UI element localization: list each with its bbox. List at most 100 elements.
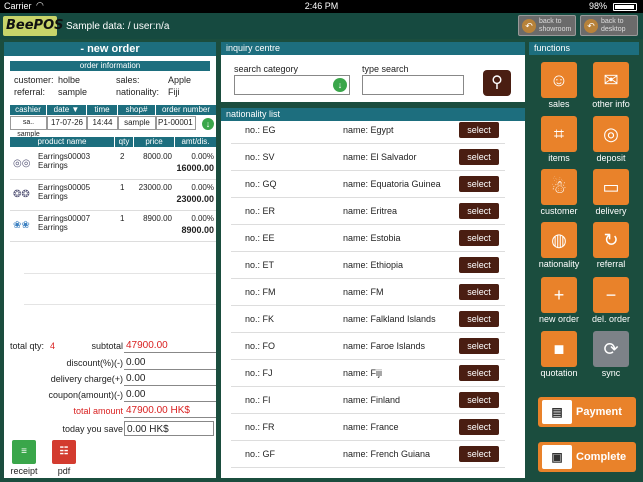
add-order-button[interactable]: ↓ [202,118,214,130]
back-arrow-icon: ↶ [584,19,598,33]
sales-field[interactable]: sales: Apple [116,75,191,85]
nationality-name: name: El Salvador [343,152,417,162]
function-sales[interactable]: ☺ sales [534,62,584,112]
function-referral[interactable]: ↻ referral [586,222,636,272]
new-order-panel: - new order order information customer: h… [4,42,216,478]
nationality-code: no.: GQ [245,179,277,189]
shop-value: sample [118,116,156,130]
pdf-icon: ☷ [52,440,76,464]
coupon-input[interactable]: 0.00 [124,387,216,402]
select-nationality-button[interactable]: select [459,338,499,354]
item-price: 8000.00 [143,152,172,161]
total-amount-row: total amount 47900.00 HK$ [4,403,216,419]
select-nationality-button[interactable]: select [459,311,499,327]
status-bar: Carrier ◠ 2:46 PM 98% [0,0,643,13]
select-nationality-button[interactable]: select [459,122,499,138]
subtotal-label: subtotal [91,341,123,351]
function-other-info[interactable]: ✉ other info [586,62,636,112]
app-header: BeePOS Sample data: / user:n/a ↶ back to… [0,13,643,39]
customer-field[interactable]: customer: holbe [14,75,80,85]
discount-input[interactable]: 0.00 [124,355,216,370]
select-nationality-button[interactable]: select [459,257,499,273]
complete-button[interactable]: ▣ Complete [538,442,636,472]
savings-row: today you save 0.00 HK$ [4,421,216,437]
select-nationality-button[interactable]: select [459,392,499,408]
nationality-value: Fiji [168,87,180,97]
search-category-select[interactable]: ↓ [234,75,350,95]
order-value-row: sa.. sample 17-07-26 14:44 sample P1-000… [10,116,216,138]
select-nationality-button[interactable]: select [459,230,499,246]
item-category: Earrings [38,223,68,232]
time-value[interactable]: 14:44 [87,116,118,130]
nationality-row: no.: FM name: FM select [231,279,505,306]
function-label: nationality [538,259,580,269]
nationality-name: name: FM [343,287,384,297]
select-nationality-button[interactable]: select [459,176,499,192]
search-button[interactable]: ⚲ [483,70,511,96]
select-nationality-button[interactable]: select [459,203,499,219]
function-customer[interactable]: ☃ customer [534,169,584,219]
nationality-code: no.: FO [245,341,276,351]
payment-button[interactable]: ▤ Payment [538,397,636,427]
nationality-row: no.: FR name: France select [231,414,505,441]
earrings-thumbnail-icon: ◎◎ [13,158,31,169]
inquiry-centre-title: inquiry centre [221,42,525,55]
coupon-label: coupon(amount)(-) [48,390,123,400]
item-discount: 0.00% [191,214,214,223]
item-code: Earrings00005 [38,183,91,192]
referral-field[interactable]: referral: sample [14,87,87,97]
function-new-order[interactable]: + new order [534,277,584,327]
divider [24,304,216,305]
col-product-name: product name [10,137,114,147]
back-to-showroom-button[interactable]: ↶ back to showroom [518,15,576,36]
function-sync[interactable]: ⟳ sync [586,331,636,381]
nationality-name: name: Equatoria Guinea [343,179,441,189]
function-items[interactable]: ⌗ items [534,116,584,166]
function-del-order[interactable]: − del. order [586,277,636,327]
back-to-desktop-button[interactable]: ↶ back to desktop [580,15,638,36]
function-label: delivery [595,206,627,216]
pdf-button[interactable]: ☷ pdf [50,440,78,476]
order-item-row[interactable]: ◎◎ Earrings00003 Earrings 2 8000.00 0.00… [10,150,216,180]
order-item-row[interactable]: ❀❀ Earrings00007 Earrings 1 8900.00 0.00… [10,212,216,242]
nationality-field[interactable]: nationality: Fiji [116,87,180,97]
item-qty: 1 [120,214,125,223]
function-label: items [548,153,570,163]
select-nationality-button[interactable]: select [459,149,499,165]
items-header-row: product name qty price amt/dis. [10,137,216,147]
select-nationality-button[interactable]: select [459,419,499,435]
receipt-button[interactable]: ≡ receipt [10,440,38,476]
receipt-icon: ≡ [12,440,36,464]
select-nationality-button[interactable]: select [459,365,499,381]
function-nationality[interactable]: ◍ nationality [534,222,584,272]
nationality-name: name: Faroe Islands [343,341,426,351]
function-quotation[interactable]: ■ quotation [534,331,584,381]
item-amount: 23000.00 [176,194,214,204]
date-value[interactable]: 17-07-26 [47,116,87,130]
col-qty: qty [115,137,133,147]
select-nationality-button[interactable]: select [459,446,499,462]
nationality-code: no.: ER [245,206,276,216]
coins-icon: ◎ [593,116,629,152]
group-icon: ☃ [541,169,577,205]
sample-data-label: Sample data: / user:n/a [66,21,170,32]
back-to-showroom-label: back to showroom [539,18,572,33]
savings-label: today you save [62,424,123,434]
battery-percent: 98% [588,1,607,11]
refresh-icon: ↻ [593,222,629,258]
delivery-charge-input[interactable]: 0.00 [124,371,216,386]
order-item-row[interactable]: ❂❂ Earrings00005 Earrings 1 23000.00 0.0… [10,181,216,211]
nationality-name: name: Eritrea [343,206,398,216]
function-delivery[interactable]: ▭ delivery [586,169,636,219]
function-deposit[interactable]: ◎ deposit [586,116,636,166]
col-price: price [134,137,174,147]
nationality-name: name: French Guiana [343,449,431,459]
col-date[interactable]: date ▼ [47,105,86,115]
type-search-input[interactable] [362,75,464,95]
delete-order-icon: − [593,277,629,313]
select-nationality-button[interactable]: select [459,284,499,300]
order-information-header: order information [10,61,210,71]
dropdown-arrow-icon: ↓ [333,78,347,92]
nationality-row: no.: FI name: Finland select [231,387,505,414]
nationality-code: no.: FR [245,422,275,432]
